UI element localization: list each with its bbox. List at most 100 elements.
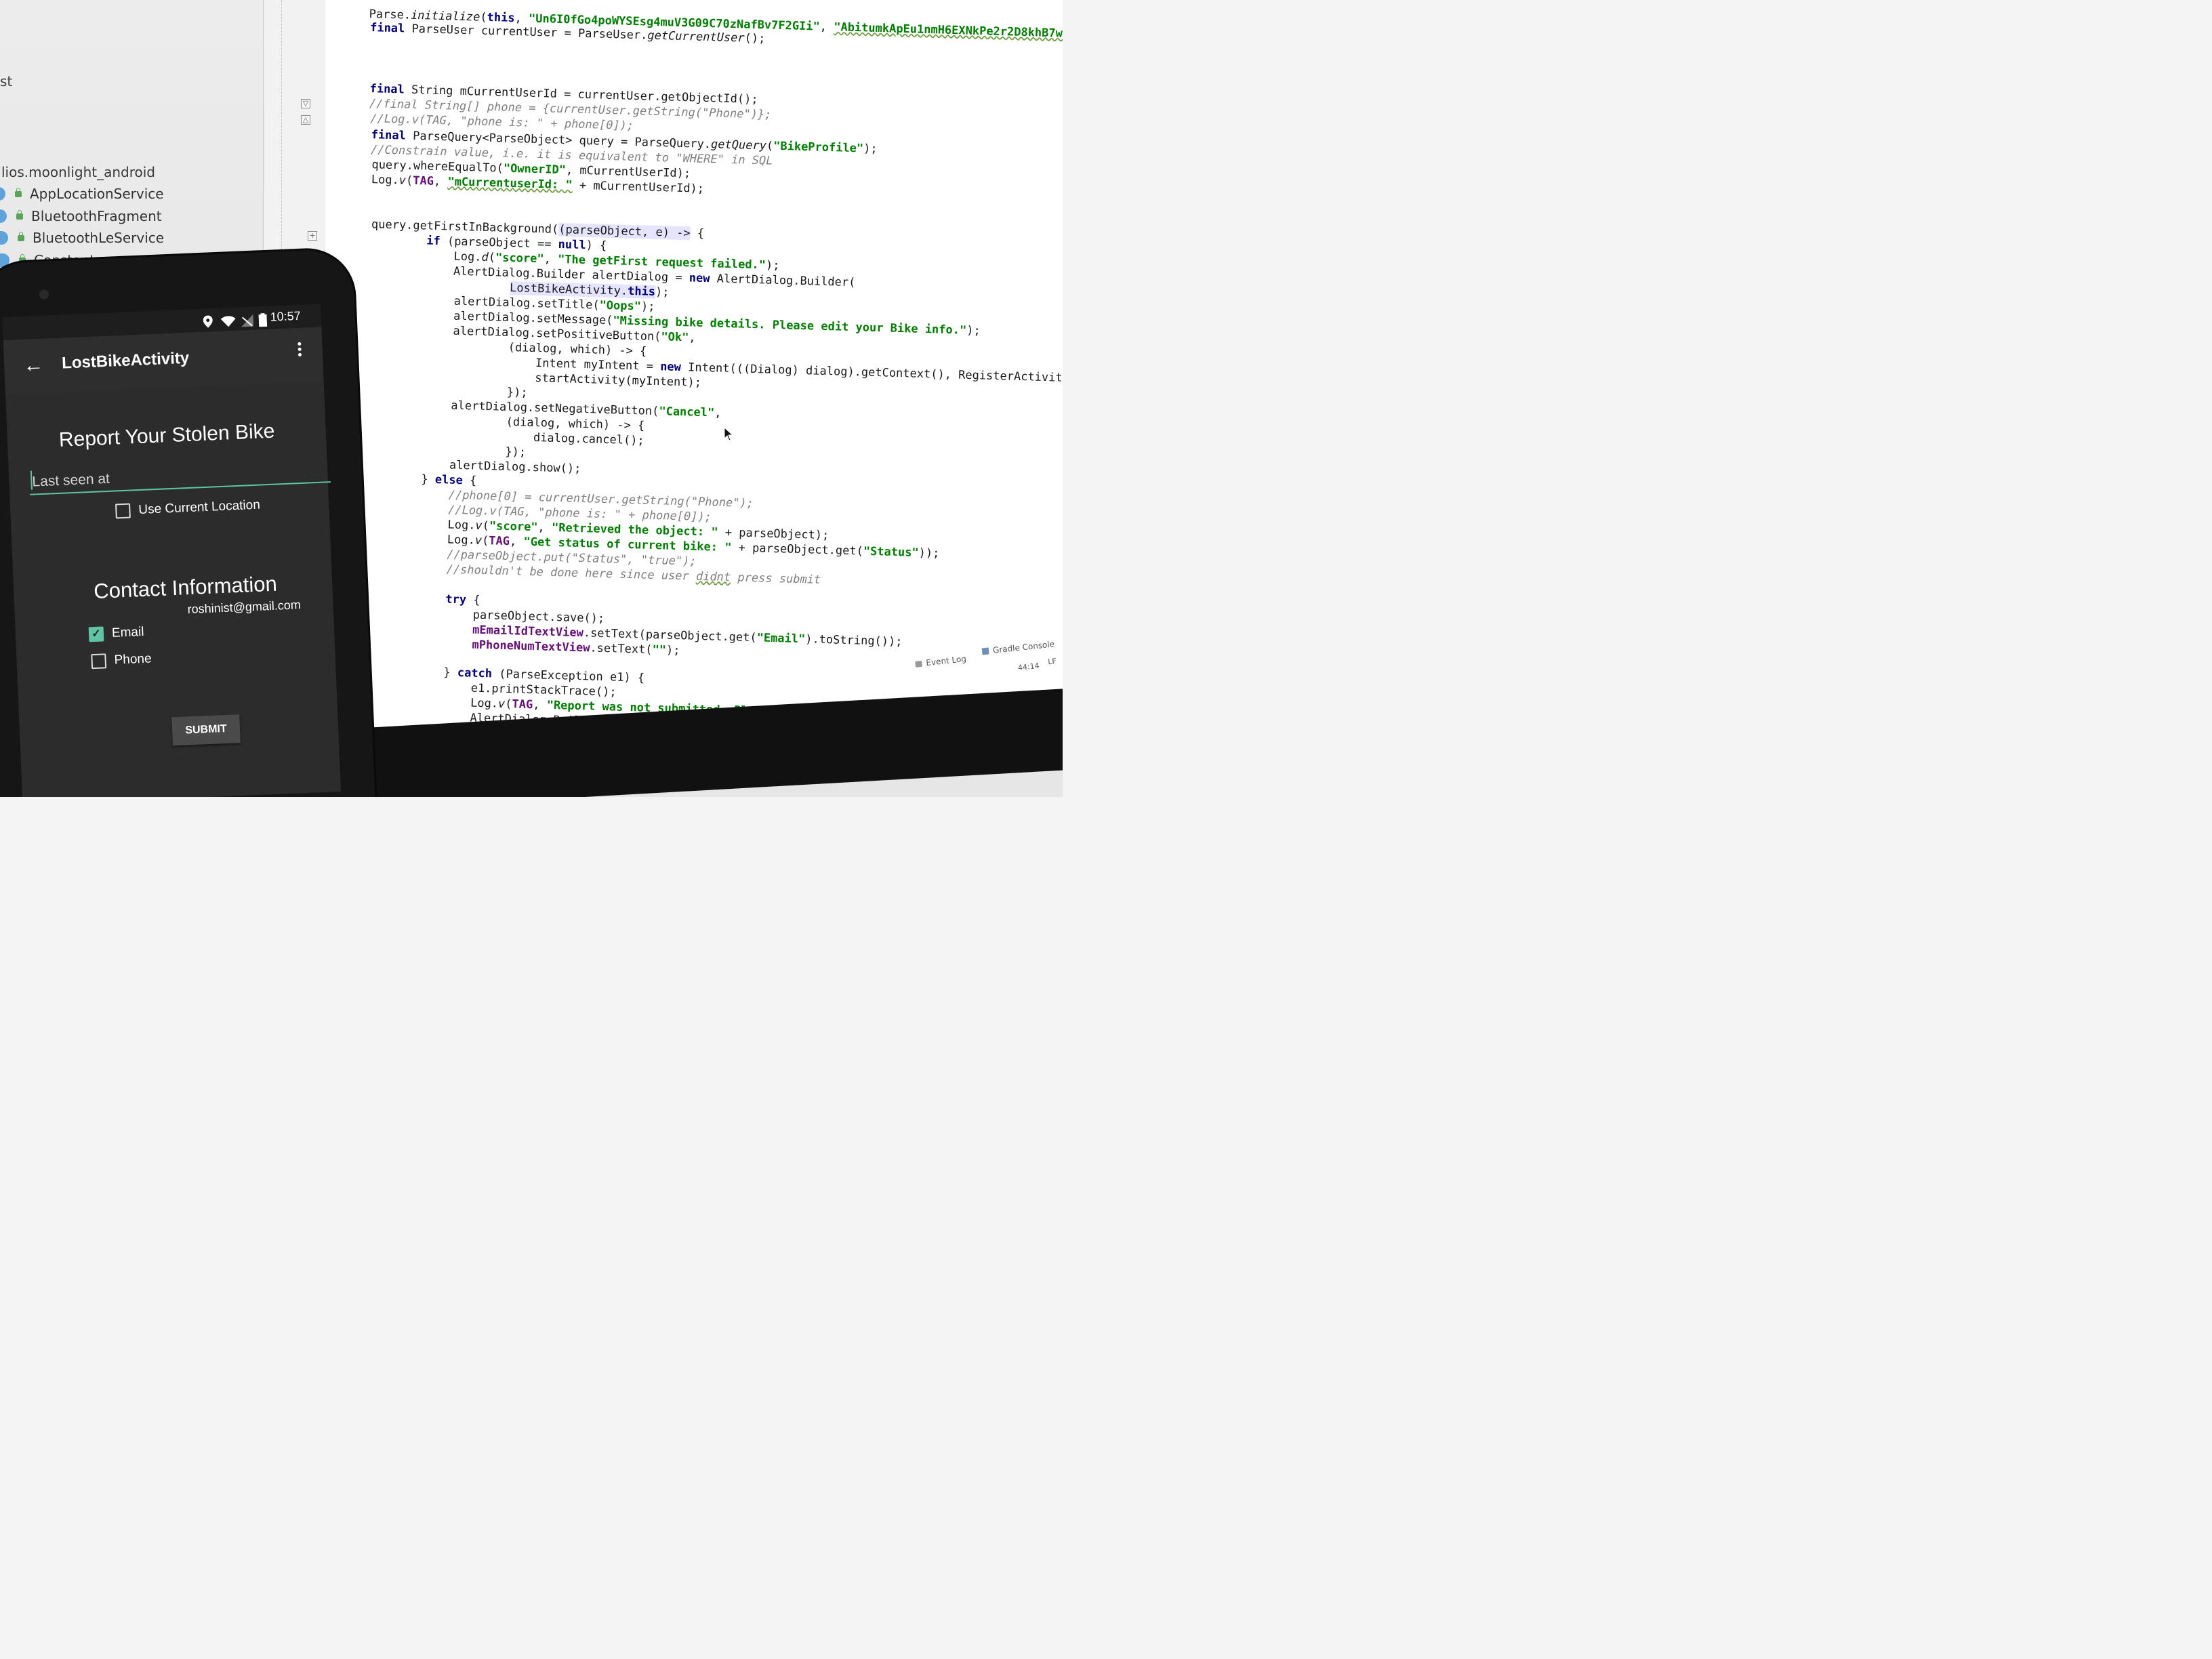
- code-token: this: [627, 284, 656, 299]
- code-token: d: [481, 250, 489, 265]
- code-token: ,: [433, 174, 448, 189]
- code-token: TAG: [413, 173, 434, 188]
- code-token: (: [480, 10, 487, 24]
- class-icon: [0, 209, 7, 223]
- email-value: roshinist@gmail.com: [187, 598, 302, 617]
- code-token: "score": [489, 519, 538, 535]
- code-token: ();: [744, 31, 766, 46]
- code-token: );: [665, 643, 680, 658]
- app-title: LostBikeActivity: [61, 348, 190, 373]
- tree-class-bluetoothleservice[interactable]: BluetoothLeService: [0, 229, 164, 247]
- lock-icon: [18, 231, 24, 241]
- code-token: + parseObject.get(: [731, 541, 864, 558]
- code-token: catch: [457, 666, 493, 681]
- code-token: ) {: [586, 239, 607, 253]
- code-token: ,: [544, 252, 558, 266]
- code-token: ,: [532, 698, 548, 712]
- lock-icon: [15, 187, 22, 197]
- code-token: "score": [495, 251, 544, 266]
- gradle-console-label: Gradle Console: [992, 639, 1055, 655]
- code-token: this: [487, 10, 515, 25]
- code-token: "OwnerID": [503, 161, 567, 178]
- code-token: );: [655, 285, 670, 300]
- location-icon: [203, 315, 213, 331]
- tree-class-label: BluetoothFragment: [31, 208, 162, 224]
- phone-screen: 10:57 ← LostBikeActivity Report Your Sto…: [2, 304, 342, 797]
- code-token: "Cancel": [659, 405, 715, 420]
- code-token: .setText(: [590, 641, 653, 657]
- tree-class-label: BluetoothLeService: [33, 230, 165, 246]
- code-token: TAG: [489, 534, 510, 549]
- class-icon: [0, 253, 9, 267]
- email-checkbox[interactable]: ✓ Email: [88, 624, 144, 642]
- caret-position[interactable]: 44:14: [1017, 661, 1040, 672]
- code-token: "Ok": [661, 330, 689, 345]
- fold-marker-icon[interactable]: ▽: [301, 99, 310, 108]
- code-token: ,: [509, 535, 524, 549]
- code-token: + mCurrentUserId);: [572, 178, 705, 196]
- code-token: didnt: [695, 569, 731, 585]
- phone-checkbox[interactable]: Phone: [91, 651, 152, 670]
- code-token: }: [360, 663, 458, 680]
- code-token: ,: [689, 331, 696, 345]
- signal-icon: [241, 314, 254, 331]
- tree-class-bluetoothfragment[interactable]: BluetoothFragment: [0, 207, 162, 225]
- battery-icon: [258, 313, 268, 330]
- code-token: v: [475, 518, 483, 533]
- submit-button[interactable]: SUBMIT: [171, 714, 241, 746]
- tree-class-label: AppLocationService: [30, 186, 164, 202]
- code-token: "": [652, 643, 667, 657]
- lock-icon: [16, 209, 23, 220]
- line-ending[interactable]: LF: [1048, 657, 1057, 666]
- code-token: {: [690, 226, 705, 241]
- android-phone: 10:57 ← LostBikeActivity Report Your Sto…: [0, 248, 376, 797]
- tree-class-applocationservice[interactable]: AppLocationService: [0, 185, 164, 203]
- code-token: );: [863, 142, 878, 157]
- code-token: press submit: [730, 571, 821, 587]
- code-token: if: [426, 234, 441, 249]
- fold-marker-icon[interactable]: △: [301, 115, 310, 125]
- code-token: Log.: [371, 173, 400, 188]
- use-current-location-checkbox[interactable]: Use Current Location: [115, 498, 260, 519]
- event-log-button[interactable]: Event Log: [915, 654, 967, 669]
- event-log-label: Event Log: [925, 654, 967, 668]
- overflow-menu-icon[interactable]: [296, 340, 302, 361]
- phone-label: Phone: [114, 651, 152, 668]
- code-token: final: [369, 21, 405, 36]
- code-token: else: [434, 472, 464, 488]
- code-token: "BikeProfile": [773, 139, 864, 156]
- checkbox-box[interactable]: [91, 653, 107, 670]
- tree-partial-label: st: [0, 73, 13, 89]
- code-token: ,: [514, 12, 529, 26]
- code-token: ));: [918, 546, 940, 560]
- code-token: {: [466, 593, 480, 607]
- code-token: );: [966, 323, 981, 338]
- email-label: Email: [111, 624, 144, 640]
- code-token: mPhoneNumTextView: [472, 638, 590, 655]
- code-token: "Oops": [599, 298, 642, 314]
- checkbox-box[interactable]: [115, 503, 131, 519]
- class-icon: [0, 187, 5, 201]
- last-seen-input[interactable]: [28, 458, 331, 495]
- gradle-console-button[interactable]: Gradle Console: [981, 639, 1055, 656]
- code-token: null: [558, 237, 586, 253]
- code-token: "Status": [863, 544, 919, 560]
- code-token: new: [659, 360, 682, 375]
- code-token: "mCurrentuserId: ": [447, 175, 573, 192]
- code-token: ,: [819, 20, 834, 35]
- code-token: final: [369, 82, 405, 97]
- tree-package-name[interactable]: lios.moonlight_android: [1, 164, 155, 180]
- code-token: );: [640, 300, 655, 314]
- expand-fold-icon[interactable]: +: [308, 231, 317, 241]
- checkmark-icon[interactable]: ✓: [88, 626, 104, 642]
- code-token: new: [689, 271, 710, 286]
- back-arrow-icon[interactable]: ←: [23, 354, 44, 377]
- use-current-location-label: Use Current Location: [138, 497, 261, 518]
- wifi-icon: [220, 316, 237, 331]
- code-token: (: [766, 139, 774, 153]
- code-token: v: [497, 697, 506, 711]
- code-token: {: [462, 474, 477, 488]
